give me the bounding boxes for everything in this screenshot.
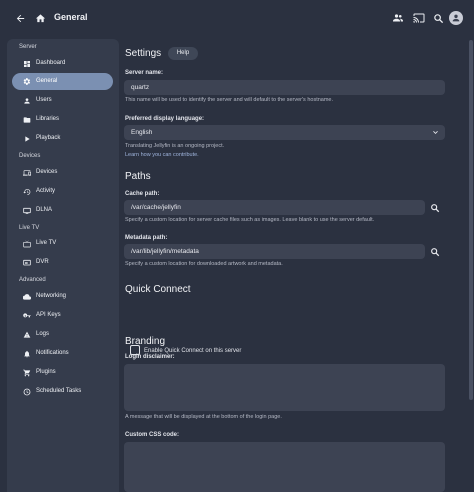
- gear-icon: [22, 77, 31, 86]
- sidebar-item-dlna[interactable]: DLNA: [12, 202, 113, 219]
- server-name-description: This name will be used to identify the s…: [125, 97, 334, 103]
- devices-icon: [22, 168, 31, 177]
- sidebar-item-label: Devices: [36, 169, 58, 175]
- folder-icon: [22, 115, 31, 124]
- dlna-icon: [22, 206, 31, 215]
- custom-css-textarea[interactable]: [124, 442, 445, 492]
- sidebar-item-api-keys[interactable]: API Keys: [12, 307, 113, 324]
- scrollbar-thumb[interactable]: [469, 40, 473, 400]
- server-name-label: Server name:: [125, 70, 164, 76]
- sidebar-item-label: Networking: [36, 293, 67, 299]
- main-content: Settings Help Server name: quartz This n…: [124, 36, 446, 492]
- server-name-input[interactable]: quartz: [124, 80, 445, 95]
- search-icon[interactable]: [430, 247, 440, 257]
- cache-path-label: Cache path:: [125, 191, 160, 197]
- sidebar-item-logs[interactable]: Logs: [12, 326, 113, 343]
- sidebar-item-live-tv[interactable]: Live TV: [12, 235, 113, 252]
- sidebar-item-dvr[interactable]: DVR: [12, 254, 113, 271]
- login-disclaimer-description: A message that will be displayed at the …: [125, 414, 282, 420]
- language-select[interactable]: English: [124, 125, 445, 140]
- search-icon[interactable]: [429, 9, 447, 27]
- help-button[interactable]: Help: [168, 47, 198, 60]
- language-value: English: [131, 129, 153, 136]
- bell-icon: [22, 349, 31, 358]
- sidebar-item-activity[interactable]: Activity: [12, 183, 113, 200]
- quick-connect-heading: Quick Connect: [125, 284, 191, 295]
- sidebar-item-label: Logs: [36, 331, 50, 337]
- dvr-icon: [22, 258, 31, 267]
- metadata-path-input[interactable]: /var/lib/jellyfin/metadata: [124, 244, 425, 259]
- sidebar-item-general[interactable]: General: [12, 73, 113, 90]
- sidebar-item-notifications[interactable]: Notifications: [12, 345, 113, 362]
- user-icon: [22, 96, 31, 105]
- settings-heading: Settings: [125, 48, 162, 59]
- sidebar-item-label: Playback: [36, 135, 61, 141]
- login-disclaimer-label: Login disclaimer:: [125, 354, 175, 360]
- clock-icon: [22, 387, 31, 396]
- sidebar-item-libraries[interactable]: Libraries: [12, 111, 113, 128]
- key-icon: [22, 311, 31, 320]
- tv-icon: [22, 239, 31, 248]
- users-icon[interactable]: [389, 9, 407, 27]
- section-header-devices: Devices: [19, 153, 41, 159]
- avatar[interactable]: [449, 11, 463, 25]
- sidebar-item-scheduled-tasks[interactable]: Scheduled Tasks: [12, 383, 113, 400]
- sidebar: Server Dashboard General Users Libraries…: [7, 39, 119, 492]
- branding-heading: Branding: [125, 336, 166, 347]
- paths-heading: Paths: [125, 171, 151, 182]
- metadata-path-description: Specify a custom location for downloaded…: [125, 261, 283, 267]
- language-label: Preferred display language:: [125, 116, 205, 122]
- top-bar: General: [0, 0, 474, 36]
- home-icon[interactable]: [31, 9, 49, 27]
- cloud-icon: [22, 292, 31, 301]
- sidebar-item-users[interactable]: Users: [12, 92, 113, 109]
- sidebar-item-label: General: [36, 78, 58, 84]
- sidebar-item-playback[interactable]: Playback: [12, 130, 113, 147]
- sidebar-item-label: Notifications: [36, 350, 69, 356]
- sidebar-item-label: Scheduled Tasks: [36, 388, 82, 394]
- sidebar-item-label: Activity: [36, 188, 56, 194]
- section-header-live-tv: Live TV: [19, 225, 40, 231]
- sidebar-item-dashboard[interactable]: Dashboard: [12, 55, 113, 72]
- sidebar-item-label: Users: [36, 97, 52, 103]
- logs-icon: [22, 330, 31, 339]
- activity-icon: [22, 187, 31, 196]
- custom-css-label: Custom CSS code:: [125, 432, 180, 438]
- back-arrow-icon[interactable]: [11, 9, 29, 27]
- sidebar-item-label: DVR: [36, 259, 49, 265]
- contribute-link[interactable]: Learn how you can contribute.: [125, 152, 199, 158]
- cart-icon: [22, 368, 31, 377]
- sidebar-item-plugins[interactable]: Plugins: [12, 364, 113, 381]
- dashboard-icon: [22, 59, 31, 68]
- cache-path-description: Specify a custom location for server cac…: [125, 217, 375, 223]
- chevron-down-icon: [433, 131, 438, 134]
- search-icon[interactable]: [430, 203, 440, 213]
- cache-path-input[interactable]: /var/cache/jellyfin: [124, 200, 425, 215]
- cast-icon[interactable]: [410, 9, 428, 27]
- sidebar-item-devices[interactable]: Devices: [12, 164, 113, 181]
- metadata-path-label: Metadata path:: [125, 235, 168, 241]
- play-icon: [22, 134, 31, 143]
- sidebar-item-label: DLNA: [36, 207, 53, 213]
- sidebar-item-networking[interactable]: Networking: [12, 288, 113, 305]
- sidebar-item-label: Dashboard: [36, 60, 66, 66]
- sidebar-item-label: Plugins: [36, 369, 56, 375]
- sidebar-item-label: Live TV: [36, 240, 57, 246]
- page-title: General: [54, 12, 88, 22]
- language-description: Translating Jellyfin is an ongoing proje…: [125, 143, 225, 149]
- sidebar-item-label: Libraries: [36, 116, 60, 122]
- sidebar-item-label: API Keys: [36, 312, 61, 318]
- section-header-server: Server: [19, 44, 37, 50]
- login-disclaimer-textarea[interactable]: [124, 364, 445, 411]
- section-header-advanced: Advanced: [19, 277, 46, 283]
